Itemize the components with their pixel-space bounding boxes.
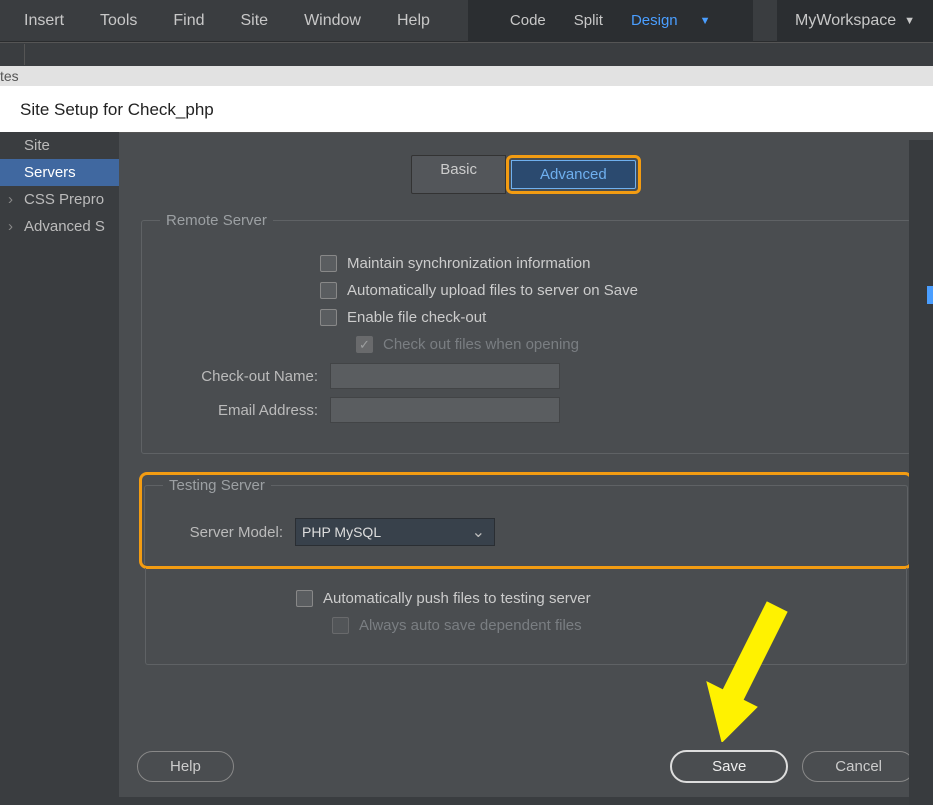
menu-tools[interactable]: Tools	[82, 2, 155, 40]
cancel-button[interactable]: Cancel	[802, 751, 915, 782]
maintain-sync-checkbox[interactable]	[320, 255, 337, 272]
tab-advanced[interactable]: Advanced	[511, 160, 636, 189]
highlight-annotation: Testing Server Server Model: PHP MySQL	[139, 472, 913, 569]
dialog-title: Site Setup for Check_php	[0, 86, 933, 132]
sidebar-item-servers[interactable]: Servers	[0, 159, 119, 186]
sidebar-item-site[interactable]: Site	[0, 132, 119, 159]
selection-indicator	[927, 286, 933, 304]
enable-checkout-checkbox[interactable]	[320, 309, 337, 326]
checkout-name-input	[330, 363, 560, 389]
menu-find[interactable]: Find	[155, 2, 222, 40]
server-model-label: Server Model:	[125, 524, 283, 541]
tab-basic[interactable]: Basic	[411, 155, 506, 194]
enable-checkout-label: Enable file check-out	[347, 309, 486, 326]
secondary-tab[interactable]	[0, 44, 25, 65]
menu-site[interactable]: Site	[223, 2, 287, 40]
testing-server-fieldset-continued: Automatically push files to testing serv…	[145, 568, 907, 665]
checkout-opening-checkbox	[356, 336, 373, 353]
sidebar-item-css-prepro[interactable]: CSS Prepro	[0, 186, 119, 213]
background-panel-sliver	[909, 140, 933, 805]
workspace-label: MyWorkspace	[795, 12, 896, 30]
server-model-select[interactable]: PHP MySQL	[295, 518, 495, 546]
auto-upload-checkbox[interactable]	[320, 282, 337, 299]
background-strip: tes	[0, 66, 933, 86]
email-input	[330, 397, 560, 423]
remote-server-fieldset: Remote Server Maintain synchronization i…	[141, 212, 911, 454]
dialog-content: Basic Advanced Remote Server Maintain sy…	[119, 132, 933, 797]
email-label: Email Address:	[160, 402, 318, 419]
highlight-annotation: Advanced	[506, 155, 641, 194]
dialog-sidebar: Site Servers CSS Prepro Advanced S	[0, 132, 119, 797]
testing-server-fieldset: Testing Server Server Model: PHP MySQL	[144, 477, 908, 564]
remote-server-legend: Remote Server	[160, 212, 273, 229]
auto-push-checkbox[interactable]	[296, 590, 313, 607]
view-switcher: Code Split Design ▼	[468, 0, 753, 42]
testing-server-legend: Testing Server	[163, 477, 271, 494]
view-design[interactable]: Design	[617, 4, 692, 37]
menu-help[interactable]: Help	[379, 2, 448, 40]
main-menubar: Insert Tools Find Site Window Help Code …	[0, 0, 933, 42]
checkout-name-label: Check-out Name:	[160, 368, 318, 385]
view-split[interactable]: Split	[560, 4, 617, 37]
checkout-opening-label: Check out files when opening	[383, 336, 579, 353]
auto-upload-label: Automatically upload files to server on …	[347, 282, 638, 299]
menu-window[interactable]: Window	[286, 2, 379, 40]
secondary-tab-bar	[0, 42, 933, 66]
dialog-button-bar: Help Save Cancel	[137, 750, 915, 783]
basic-advanced-toggle: Basic Advanced	[411, 155, 640, 194]
help-button[interactable]: Help	[137, 751, 234, 782]
maintain-sync-label: Maintain synchronization information	[347, 255, 590, 272]
view-code[interactable]: Code	[496, 4, 560, 37]
auto-push-label: Automatically push files to testing serv…	[323, 590, 591, 607]
save-button[interactable]: Save	[670, 750, 788, 783]
auto-save-dep-label: Always auto save dependent files	[359, 617, 582, 634]
menu-insert[interactable]: Insert	[6, 2, 82, 40]
caret-down-icon[interactable]: ▼	[686, 7, 725, 35]
workspace-selector[interactable]: MyWorkspace ▼	[777, 0, 933, 42]
auto-save-dep-checkbox	[332, 617, 349, 634]
sidebar-item-advanced[interactable]: Advanced S	[0, 213, 119, 240]
caret-down-icon: ▼	[904, 15, 915, 27]
